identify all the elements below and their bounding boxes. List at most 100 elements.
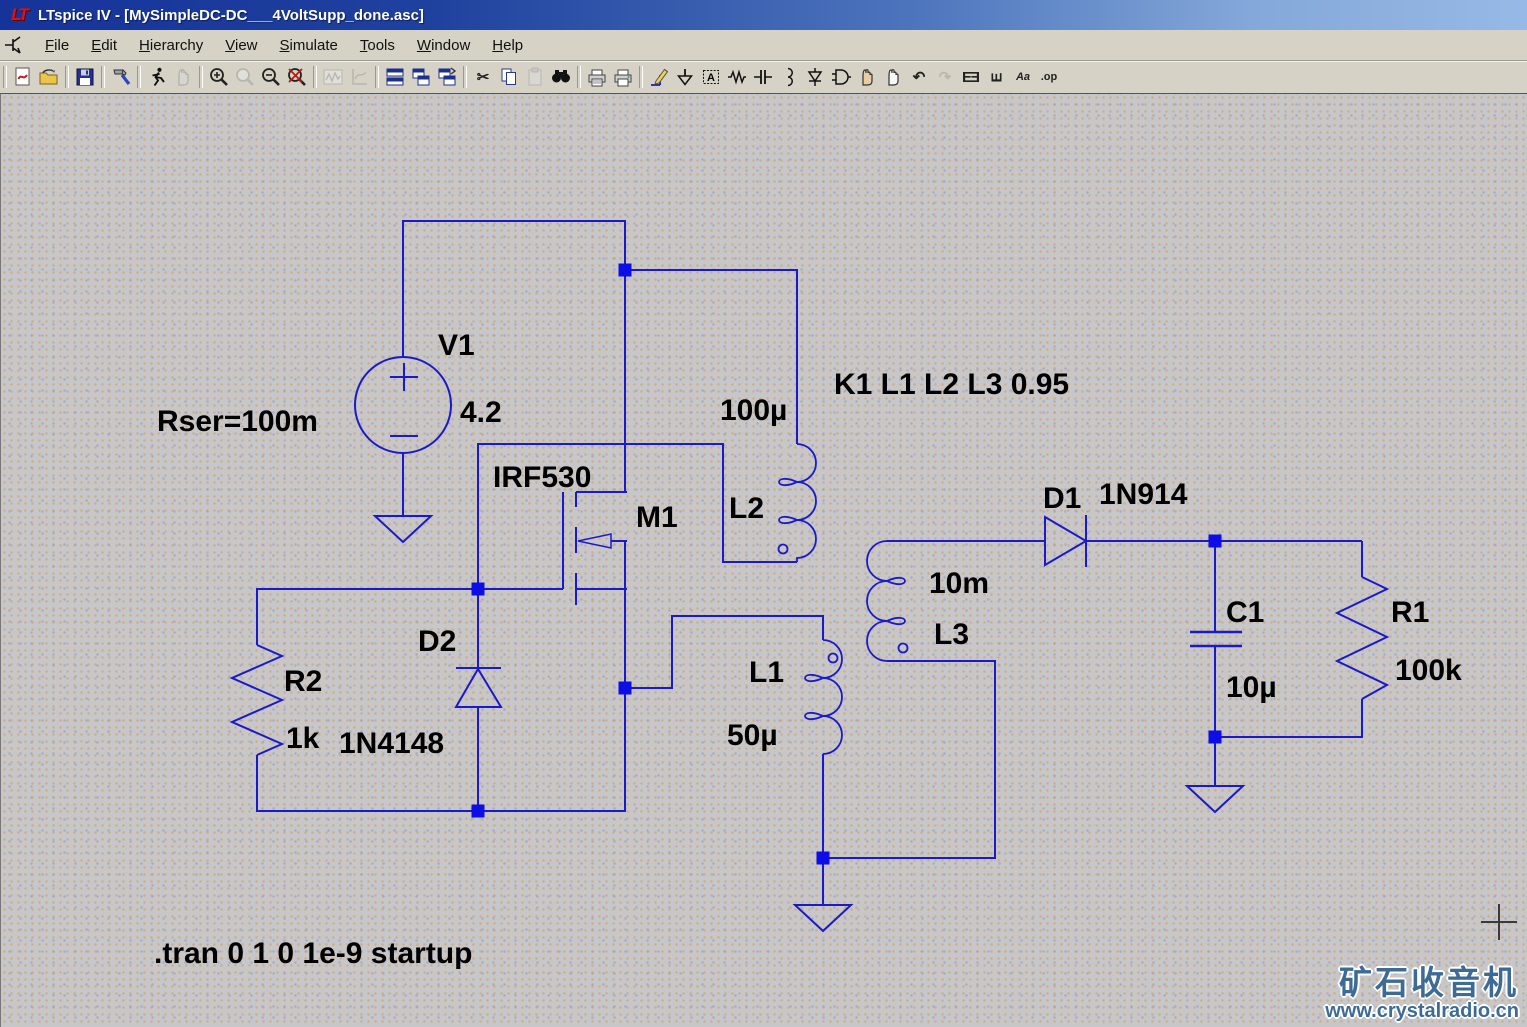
copy-button[interactable] <box>496 64 522 90</box>
move-button[interactable] <box>854 64 880 90</box>
menu-edit[interactable]: Edit <box>80 33 128 58</box>
place-inductor-button[interactable] <box>776 64 802 90</box>
menu-simulate[interactable]: Simulate <box>269 33 349 58</box>
menu-view[interactable]: View <box>214 33 268 58</box>
zoom-back-button[interactable] <box>232 64 258 90</box>
paste-button[interactable] <box>522 64 548 90</box>
print-preview-icon <box>588 69 606 87</box>
drag-hand-icon <box>888 69 899 86</box>
cut-button[interactable]: ✂ <box>470 64 496 90</box>
open-folder-icon <box>39 69 58 85</box>
watermark: 矿石收音机 www.crystalradio.cn <box>1325 966 1519 1022</box>
tile-vertical-icon <box>412 68 430 86</box>
running-man-icon <box>152 67 165 87</box>
open-button[interactable] <box>36 64 62 90</box>
menu-file[interactable]: File <box>34 33 80 58</box>
tile-vertically-button[interactable] <box>408 64 434 90</box>
toolbar-separator <box>375 66 379 88</box>
find-button[interactable] <box>548 64 574 90</box>
menu-help[interactable]: Help <box>481 33 534 58</box>
spice-directive-icon: .op <box>1040 70 1058 83</box>
cascade-windows-button[interactable] <box>434 64 460 90</box>
plot-axes-icon <box>352 69 367 85</box>
toolbar-separator <box>639 66 643 88</box>
watermark-url: www.crystalradio.cn <box>1325 1000 1519 1022</box>
rotate-button[interactable]: E <box>984 64 1010 90</box>
draw-wire-button[interactable] <box>646 64 672 90</box>
toolbar-separator <box>137 66 141 88</box>
place-component-button[interactable] <box>828 64 854 90</box>
zoom-back-icon <box>236 68 254 86</box>
zoom-full-extents-button[interactable] <box>284 64 310 90</box>
window-title: LTspice IV - [MySimpleDC-DC___4VoltSupp_… <box>38 6 424 24</box>
undo-button[interactable]: ↶ <box>906 64 932 90</box>
print-button[interactable] <box>610 64 636 90</box>
zoom-in-icon <box>210 68 228 86</box>
menu-window[interactable]: Window <box>406 33 481 58</box>
print-preview-button[interactable] <box>584 64 610 90</box>
toolbar-separator <box>101 66 105 88</box>
halt-hand-icon <box>178 69 189 86</box>
place-capacitor-button[interactable] <box>750 64 776 90</box>
text-icon: Aa <box>1015 70 1031 83</box>
schematic-canvas[interactable] <box>0 93 1527 1027</box>
capacitor-icon <box>754 70 772 84</box>
mirror-button[interactable]: EE <box>958 64 984 90</box>
rotate-icon: E <box>988 71 1006 83</box>
plot-settings-button[interactable] <box>346 64 372 90</box>
zoom-out-icon <box>262 68 280 86</box>
toolbar: ✂ A ↶ ↷ EE E Aa .op <box>0 61 1527 94</box>
wire-pencil-icon <box>651 68 669 86</box>
menu-hierarchy[interactable]: Hierarchy <box>128 33 214 58</box>
tile-horizontal-icon <box>386 68 404 86</box>
place-diode-button[interactable] <box>802 64 828 90</box>
menu-tools[interactable]: Tools <box>349 33 406 58</box>
menu-bar: File Edit Hierarchy View Simulate Tools … <box>0 30 1527 61</box>
zoom-full-extents-icon <box>288 68 306 86</box>
toolbar-separator <box>3 66 7 88</box>
cascade-icon <box>438 67 457 86</box>
waveform-icon <box>323 69 343 85</box>
save-button[interactable] <box>72 64 98 90</box>
halt-button[interactable] <box>170 64 196 90</box>
undo-icon: ↶ <box>912 68 926 86</box>
hammer-icon <box>113 69 131 85</box>
save-floppy-icon <box>76 68 94 86</box>
place-text-button[interactable]: Aa <box>1010 64 1036 90</box>
zoom-in-button[interactable] <box>206 64 232 90</box>
run-button[interactable] <box>144 64 170 90</box>
ground-icon <box>676 69 694 86</box>
tile-horizontally-button[interactable] <box>382 64 408 90</box>
schematic-window-icon[interactable] <box>4 34 30 56</box>
place-resistor-button[interactable] <box>724 64 750 90</box>
ltspice-logo-icon: LT <box>11 5 29 24</box>
cut-icon: ✂ <box>476 68 490 86</box>
resistor-icon <box>728 69 746 85</box>
printer-icon <box>614 69 632 87</box>
inductor-icon <box>787 67 793 87</box>
drag-button[interactable] <box>880 64 906 90</box>
new-schematic-button[interactable] <box>10 64 36 90</box>
svg-text:A: A <box>707 72 715 84</box>
redo-button[interactable]: ↷ <box>932 64 958 90</box>
spice-directive-button[interactable]: .op <box>1036 64 1062 90</box>
binoculars-icon <box>552 70 570 83</box>
new-schematic-icon <box>15 67 30 86</box>
net-label-icon: A <box>703 70 719 84</box>
title-bar: LT LTspice IV - [MySimpleDC-DC___4VoltSu… <box>0 0 1527 30</box>
toolbar-separator <box>577 66 581 88</box>
net-label-button[interactable]: A <box>698 64 724 90</box>
toolbar-separator <box>313 66 317 88</box>
zoom-out-button[interactable] <box>258 64 284 90</box>
paste-clipboard-icon <box>528 67 542 86</box>
autorange-waveform-button[interactable] <box>320 64 346 90</box>
control-panel-button[interactable] <box>108 64 134 90</box>
toolbar-separator <box>65 66 69 88</box>
diode-icon <box>807 68 823 86</box>
move-hand-icon <box>862 69 873 86</box>
redo-icon: ↷ <box>938 68 952 86</box>
toolbar-separator <box>463 66 467 88</box>
place-ground-button[interactable] <box>672 64 698 90</box>
copy-icon <box>501 68 516 85</box>
logic-gate-icon <box>832 69 851 85</box>
